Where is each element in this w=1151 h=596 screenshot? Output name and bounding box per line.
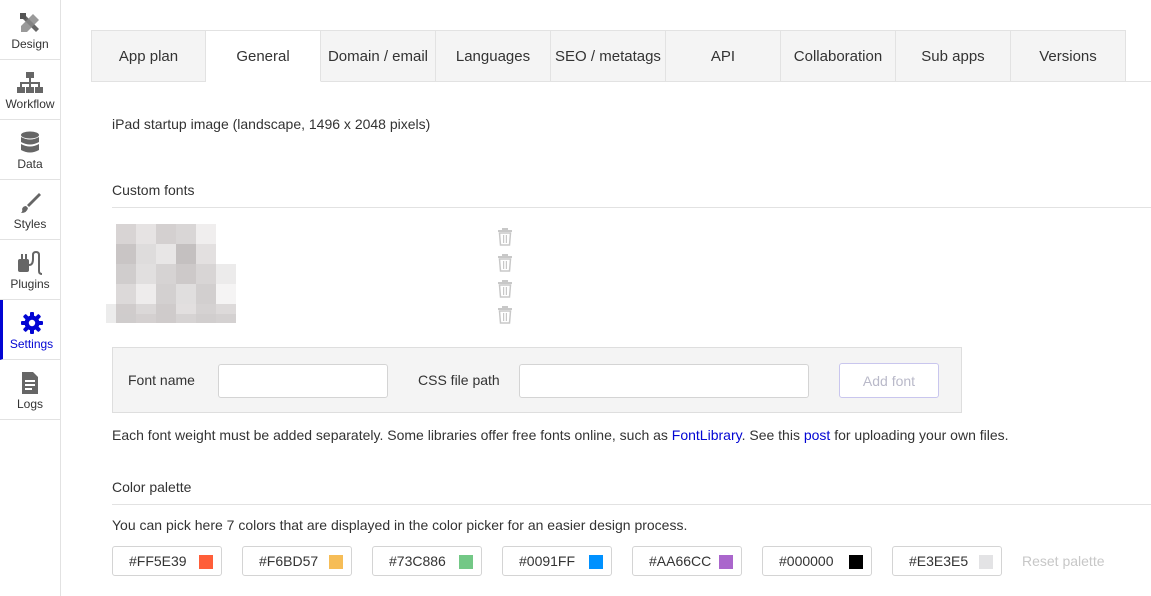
delete-font-trash-icon[interactable] xyxy=(497,280,513,298)
font-help-text-part: . See this xyxy=(741,427,804,443)
custom-fonts-title: Custom fonts xyxy=(112,182,195,198)
color-palette-description: You can pick here 7 colors that are disp… xyxy=(112,517,688,533)
plug-icon xyxy=(17,250,43,276)
sidebar-item-plugins[interactable]: Plugins xyxy=(0,240,60,300)
tab-versions[interactable]: Versions xyxy=(1011,30,1126,82)
add-font-button[interactable]: Add font xyxy=(839,363,939,398)
font-help-text: Each font weight must be added separatel… xyxy=(112,427,1009,443)
ipad-startup-label: iPad startup image (landscape, 1496 x 20… xyxy=(112,116,431,132)
tab-api[interactable]: API xyxy=(666,30,781,82)
delete-font-trash-icon[interactable] xyxy=(497,254,513,272)
custom-fonts-divider xyxy=(112,207,1151,208)
font-name-label: Font name xyxy=(128,372,195,388)
color-chip xyxy=(589,555,603,569)
color-hex-label: #000000 xyxy=(779,553,834,569)
color-chip xyxy=(979,555,993,569)
color-swatch-7[interactable]: #E3E3E5 xyxy=(892,546,1002,576)
left-sidebar: Design Workflow Data Styles Plugins Sett… xyxy=(0,0,61,596)
add-font-form: Font name CSS file path Add font xyxy=(112,347,962,413)
brush-icon xyxy=(18,190,42,216)
delete-font-trash-icon[interactable] xyxy=(497,228,513,246)
color-swatch-1[interactable]: #FF5E39 xyxy=(112,546,222,576)
design-icon xyxy=(18,10,42,36)
color-hex-label: #E3E3E5 xyxy=(909,553,969,569)
color-swatch-6[interactable]: #000000 xyxy=(762,546,872,576)
tab-general[interactable]: General xyxy=(206,30,321,82)
sidebar-item-data[interactable]: Data xyxy=(0,120,60,180)
post-link[interactable]: post xyxy=(804,427,830,443)
fontlibrary-link[interactable]: FontLibrary xyxy=(672,427,742,443)
color-swatch-3[interactable]: #73C886 xyxy=(372,546,482,576)
color-hex-label: #F6BD57 xyxy=(259,553,319,569)
css-file-path-label: CSS file path xyxy=(418,372,500,388)
color-swatch-4[interactable]: #0091FF xyxy=(502,546,612,576)
sidebar-item-label: Logs xyxy=(16,397,44,411)
tab-domain-email[interactable]: Domain / email xyxy=(321,30,436,82)
tabs-divider xyxy=(1126,81,1151,82)
color-chip xyxy=(199,555,213,569)
color-palette-title: Color palette xyxy=(112,479,192,495)
color-hex-label: #AA66CC xyxy=(649,553,712,569)
css-file-path-input[interactable] xyxy=(519,364,809,398)
workflow-icon xyxy=(17,70,43,96)
color-swatch-2[interactable]: #F6BD57 xyxy=(242,546,352,576)
color-chip xyxy=(459,555,473,569)
tab-collaboration[interactable]: Collaboration xyxy=(781,30,896,82)
sidebar-item-label: Settings xyxy=(9,337,54,351)
tab-seo-metatags[interactable]: SEO / metatags xyxy=(551,30,666,82)
sidebar-item-settings[interactable]: Settings xyxy=(0,300,60,360)
sidebar-item-design[interactable]: Design xyxy=(0,0,60,60)
delete-font-trash-icon[interactable] xyxy=(497,306,513,324)
color-hex-label: #0091FF xyxy=(519,553,576,569)
color-chip xyxy=(849,555,863,569)
color-chip xyxy=(329,555,343,569)
sidebar-item-styles[interactable]: Styles xyxy=(0,180,60,240)
color-palette-divider xyxy=(112,504,1151,505)
tab-app-plan[interactable]: App plan xyxy=(91,30,206,82)
sidebar-item-label: Data xyxy=(17,157,43,171)
reset-palette-button[interactable]: Reset palette xyxy=(1022,553,1105,569)
sidebar-item-label: Styles xyxy=(13,217,47,231)
font-help-text-part: Each font weight must be added separatel… xyxy=(112,427,672,443)
tab-languages[interactable]: Languages xyxy=(436,30,551,82)
settings-tabs: App plan General Domain / email Language… xyxy=(91,30,1126,82)
tab-sub-apps[interactable]: Sub apps xyxy=(896,30,1011,82)
sidebar-item-label: Design xyxy=(11,37,49,51)
color-swatch-5[interactable]: #AA66CC xyxy=(632,546,742,576)
database-icon xyxy=(20,130,40,156)
color-hex-label: #73C886 xyxy=(389,553,446,569)
color-chip xyxy=(719,555,733,569)
sidebar-item-label: Workflow xyxy=(5,97,55,111)
blurred-font-list xyxy=(106,224,236,323)
sidebar-item-label: Plugins xyxy=(10,277,50,291)
font-name-input[interactable] xyxy=(218,364,388,398)
sidebar-item-workflow[interactable]: Workflow xyxy=(0,60,60,120)
font-help-text-part: for uploading your own files. xyxy=(830,427,1009,443)
color-hex-label: #FF5E39 xyxy=(129,553,187,569)
sidebar-item-logs[interactable]: Logs xyxy=(0,360,60,420)
document-icon xyxy=(20,370,40,396)
gear-icon xyxy=(20,310,44,336)
